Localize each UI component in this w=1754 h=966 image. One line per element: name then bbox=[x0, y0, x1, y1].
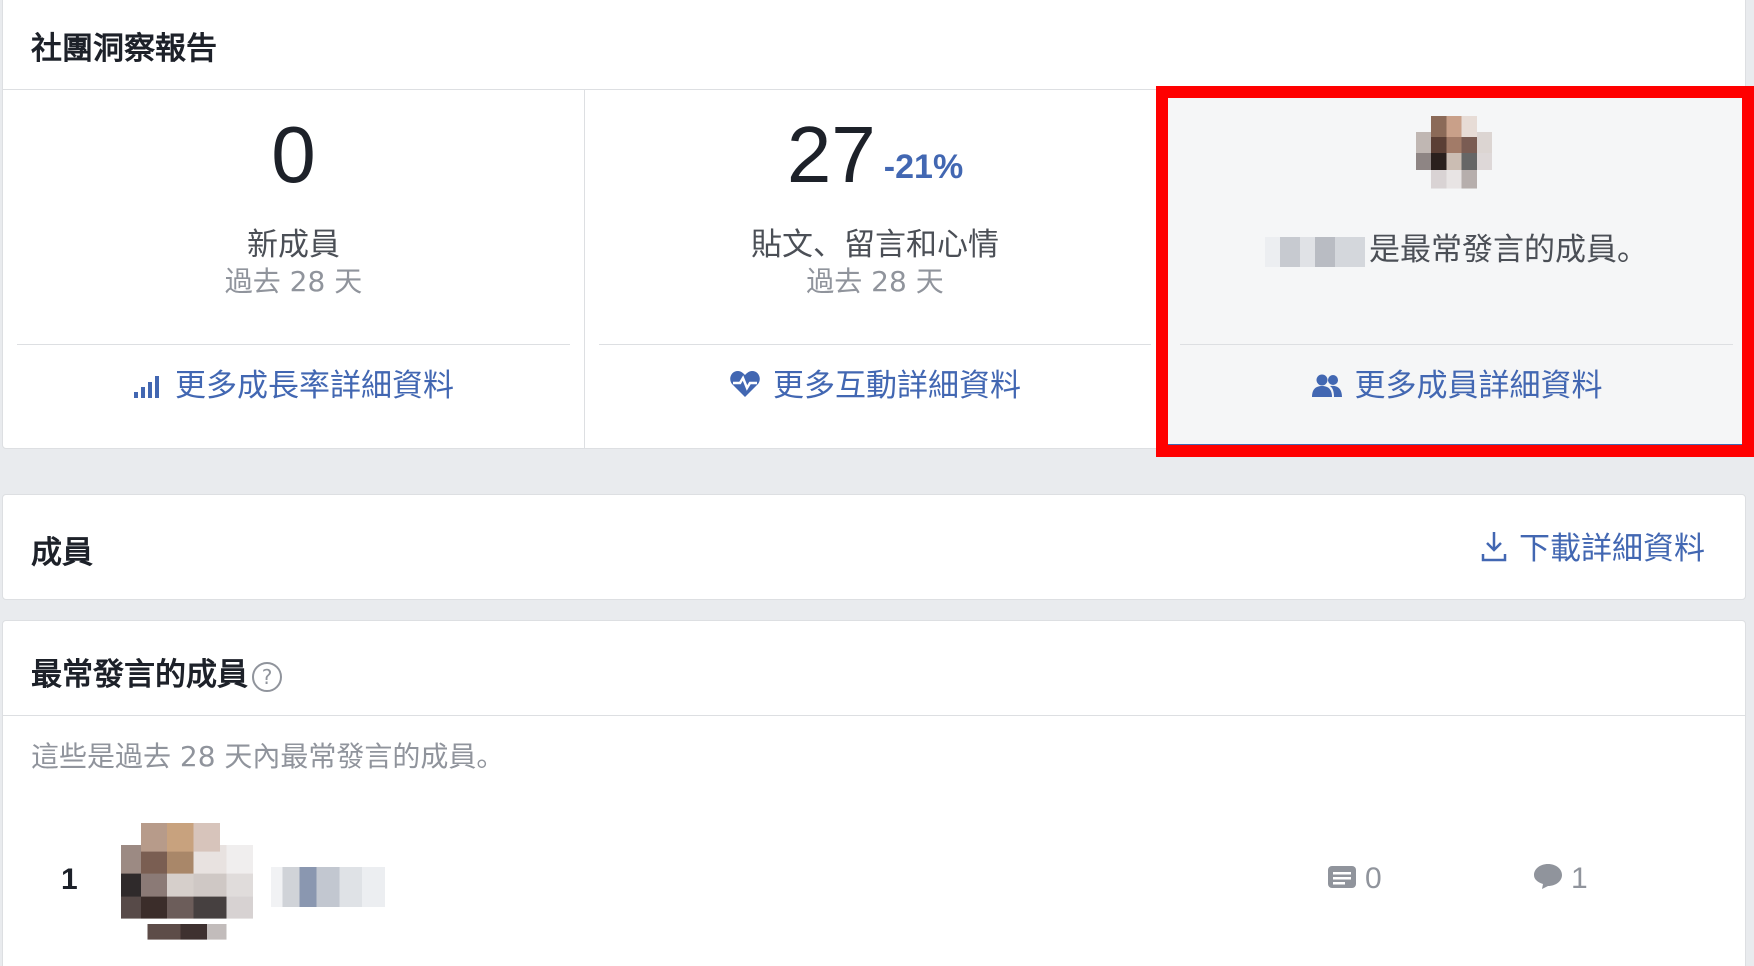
avatar[interactable] bbox=[1416, 116, 1492, 208]
new-members-period: 過去 28 天 bbox=[224, 265, 363, 298]
new-members-label: 新成員 bbox=[247, 227, 340, 263]
posts-value: 0 bbox=[1365, 862, 1382, 895]
download-details-link[interactable]: 下載詳細資料 bbox=[1481, 529, 1705, 572]
engagement-label: 貼文、留言和心情 bbox=[751, 227, 999, 263]
growth-details-link[interactable]: 更多成長率詳細資料 bbox=[3, 366, 584, 408]
engagement-details-link[interactable]: 更多互動詳細資料 bbox=[585, 366, 1165, 408]
engagement-period: 過去 28 天 bbox=[806, 265, 944, 298]
top-posters-title-text: 最常發言的成員 bbox=[31, 657, 248, 693]
divider bbox=[1180, 344, 1733, 345]
group-insights-card: 社團洞察報告 0 新成員 過去 28 天 更多成長率詳細資料 27 -21% 貼文… bbox=[2, 0, 1747, 449]
divider bbox=[3, 715, 1745, 716]
post-icon bbox=[1327, 862, 1357, 898]
top-member-panel: 是最常發言的成員。 更多成員詳細資料 bbox=[1165, 90, 1747, 448]
top-member-text: 是最常發言的成員。 bbox=[1369, 232, 1648, 268]
insights-title: 社團洞察報告 bbox=[31, 31, 217, 67]
members-title: 成員 bbox=[31, 535, 93, 571]
member-name-blurred[interactable] bbox=[1265, 236, 1365, 267]
divider bbox=[599, 344, 1151, 345]
download-details-label: 下載詳細資料 bbox=[1519, 531, 1705, 567]
comment-icon bbox=[1533, 862, 1563, 899]
top-posters-card: 最常發言的成員? 這些是過去 28 天內最常發言的成員。 1 0 1 bbox=[2, 620, 1746, 966]
new-members-panel: 0 新成員 過去 28 天 更多成長率詳細資料 bbox=[3, 90, 584, 448]
member-details-link[interactable]: 更多成員詳細資料 bbox=[1166, 366, 1747, 408]
engagement-value: 27 bbox=[786, 110, 876, 199]
top-posters-description: 這些是過去 28 天內最常發言的成員。 bbox=[31, 740, 505, 773]
top-member-line: 是最常發言的成員。 bbox=[1166, 230, 1747, 270]
avatar[interactable] bbox=[121, 823, 253, 953]
engagement-details-label: 更多互動詳細資料 bbox=[773, 368, 1021, 404]
growth-details-label: 更多成長率詳細資料 bbox=[175, 368, 454, 404]
top-posters-title: 最常發言的成員? bbox=[31, 649, 282, 694]
comments-count: 1 bbox=[1533, 861, 1588, 899]
posts-count: 0 bbox=[1327, 861, 1382, 898]
active-indicator bbox=[1166, 444, 1747, 448]
engagement-count: 27 -21% bbox=[585, 110, 1165, 212]
bar-chart-icon bbox=[133, 368, 163, 408]
engagement-delta: -21% bbox=[883, 148, 964, 186]
download-icon bbox=[1481, 530, 1507, 572]
new-members-count: 0 bbox=[271, 110, 316, 199]
member-rank: 1 bbox=[61, 863, 78, 896]
member-name-blurred[interactable] bbox=[271, 867, 385, 907]
help-icon[interactable]: ? bbox=[252, 661, 282, 692]
members-card: 成員 下載詳細資料 bbox=[2, 494, 1746, 600]
engagement-panel: 27 -21% 貼文、留言和心情 過去 28 天 更多互動詳細資料 bbox=[584, 90, 1165, 448]
comments-value: 1 bbox=[1571, 862, 1588, 895]
divider bbox=[17, 344, 570, 345]
member-details-label: 更多成員詳細資料 bbox=[1354, 368, 1603, 404]
people-icon bbox=[1311, 368, 1343, 408]
heart-pulse-icon bbox=[729, 368, 761, 408]
